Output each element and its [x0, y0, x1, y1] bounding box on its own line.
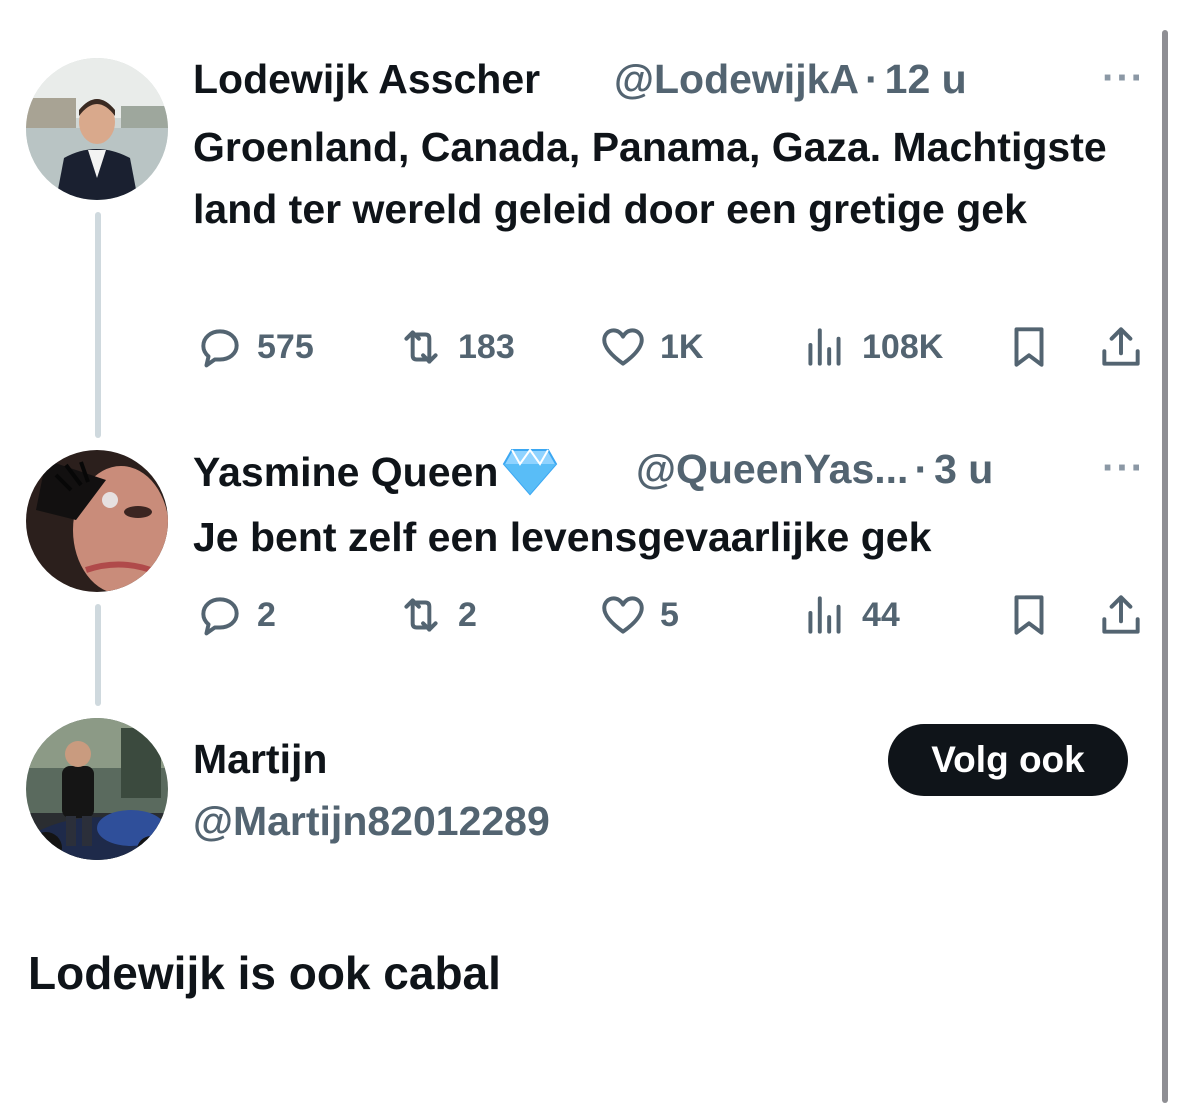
avatar-martijn[interactable] — [26, 718, 168, 860]
avatar-yasmine[interactable] — [26, 450, 168, 592]
thread-line-2 — [95, 604, 101, 706]
views-count: 108K — [862, 327, 944, 366]
author-handle[interactable]: @QueenYas... — [636, 446, 908, 493]
gem-icon — [502, 446, 558, 498]
share-button[interactable] — [1096, 322, 1158, 372]
retweet-count: 183 — [458, 327, 515, 366]
follow-button[interactable]: Volg ook — [888, 724, 1128, 796]
tweet-text: Groenland, Canada, Panama, Gaza. Machtig… — [193, 124, 1107, 232]
tweet-meta: @LodewijkA · 12 u — [614, 56, 967, 103]
author-name[interactable]: Martijn — [193, 736, 327, 783]
retweet-icon — [404, 330, 438, 364]
bookmark-icon — [1014, 327, 1044, 367]
thread-line-1 — [95, 212, 101, 438]
author-handle[interactable]: @LodewijkA — [614, 56, 859, 103]
views-button[interactable]: 44 — [800, 590, 900, 640]
like-count: 5 — [660, 595, 679, 634]
views-button[interactable]: 108K — [800, 322, 943, 372]
meta-separator: · — [914, 446, 929, 492]
more-icon[interactable]: ··· — [1102, 446, 1145, 491]
reply-icon — [201, 329, 239, 368]
reply-button[interactable]: 575 — [195, 322, 314, 372]
main-tweet-text: Lodewijk is ook cabal — [28, 947, 501, 999]
retweet-count: 2 — [458, 595, 477, 634]
like-icon — [602, 596, 644, 634]
bookmark-icon — [1014, 595, 1044, 635]
share-icon — [1102, 595, 1140, 634]
retweet-button[interactable]: 2 — [396, 590, 477, 640]
bookmark-button[interactable] — [1004, 590, 1066, 640]
tweet-time[interactable]: 3 u — [934, 446, 993, 493]
author-row: Yasmine Queen — [193, 446, 558, 498]
bookmark-button[interactable] — [1004, 322, 1066, 372]
avatar-lodewijk[interactable] — [26, 58, 168, 200]
views-icon — [808, 596, 841, 634]
views-icon — [808, 328, 841, 366]
reply-button[interactable]: 2 — [195, 590, 276, 640]
retweet-button[interactable]: 183 — [396, 322, 515, 372]
author-name[interactable]: Lodewijk Asscher — [193, 56, 540, 103]
meta-separator: · — [865, 56, 879, 102]
more-icon[interactable]: ··· — [1102, 56, 1145, 101]
tweet-meta: @QueenYas... · 3 u — [636, 446, 993, 493]
author-name[interactable]: Yasmine Queen — [193, 449, 498, 496]
like-button[interactable]: 5 — [598, 590, 679, 640]
share-button[interactable] — [1096, 590, 1158, 640]
like-icon — [602, 328, 644, 366]
tweet-time[interactable]: 12 u — [885, 56, 967, 103]
author-handle[interactable]: @Martijn82012289 — [193, 798, 550, 845]
reply-icon — [201, 597, 239, 636]
tweet-text: Je bent zelf een levensgevaarlijke gek — [193, 514, 932, 560]
reply-count: 2 — [257, 595, 276, 634]
scrollbar[interactable] — [1162, 30, 1168, 1103]
like-button[interactable]: 1K — [598, 322, 703, 372]
views-count: 44 — [862, 595, 900, 634]
share-icon — [1102, 327, 1140, 366]
like-count: 1K — [660, 327, 704, 366]
reply-count: 575 — [257, 327, 314, 366]
retweet-icon — [404, 598, 438, 632]
